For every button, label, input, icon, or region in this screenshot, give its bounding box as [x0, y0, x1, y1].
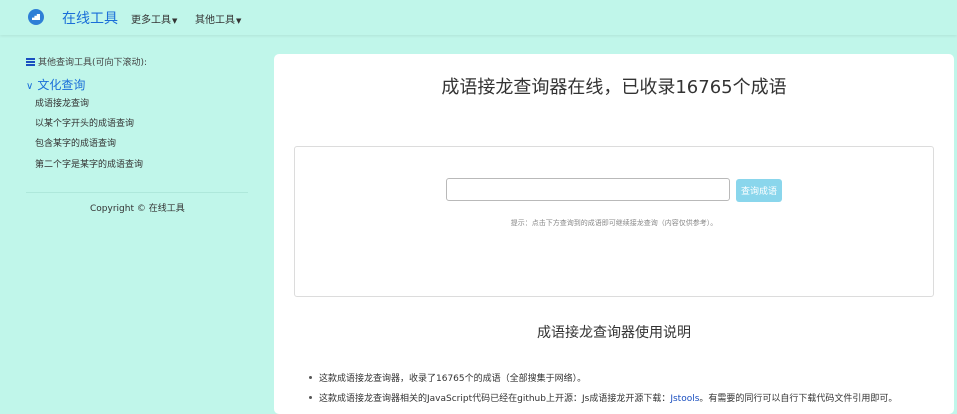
info-text: 这款成语接龙查询器，收录了16765个的成语（全部搜集于网络）。: [319, 374, 587, 384]
sidebar-category-label: 文化查询: [37, 78, 86, 92]
hint-text: 提示：点击下方查询到的成语即可继续接龙查询（内容仅供参考）。: [510, 219, 718, 227]
sidebar-divider: [26, 192, 248, 193]
main-card: 成语接龙查询器在线，已收录16765个成语 查询成语 提示：点击下方查询到的成语…: [274, 54, 954, 414]
sidebar-item-starts-with[interactable]: 以某个字开头的成语查询: [35, 116, 134, 129]
list-item: 这款成语接龙查询器相关的JavaScript代码已经在github上开源：Js成…: [309, 391, 897, 404]
sidebar-item-idiom-chain[interactable]: 成语接龙查询: [35, 96, 89, 109]
copyright-text: Copyright © 在线工具: [90, 204, 185, 214]
sidebar-heading-text: 其他查询工具(可向下滚动):: [38, 58, 148, 68]
other-tools-menu[interactable]: 其他工具▼: [195, 11, 241, 26]
more-tools-menu[interactable]: 更多工具▼: [131, 11, 177, 26]
chevron-down-icon: ∨: [26, 81, 34, 92]
bullet-icon: [309, 376, 312, 379]
top-navbar: 在线工具 更多工具▼ 其他工具▼: [0, 0, 957, 35]
more-tools-label: 更多工具: [131, 15, 171, 26]
caret-down-icon: ▼: [236, 17, 242, 25]
usage-section-title: 成语接龙查询器使用说明: [537, 325, 691, 341]
page-title: 成语接龙查询器在线，已收录16765个成语: [441, 77, 787, 98]
other-tools-label: 其他工具: [195, 15, 235, 26]
search-input[interactable]: [446, 178, 730, 201]
sidebar-heading: 其他查询工具(可向下滚动):: [26, 55, 147, 68]
caret-down-icon: ▼: [172, 17, 178, 25]
list-icon: [26, 58, 35, 66]
bullet-icon: [309, 396, 312, 399]
list-item: 这款成语接龙查询器，收录了16765个的成语（全部搜集于网络）。: [309, 371, 586, 384]
brand-link[interactable]: 在线工具: [62, 8, 118, 28]
logo-icon[interactable]: [28, 9, 44, 25]
search-panel: 查询成语 提示：点击下方查询到的成语即可继续接龙查询（内容仅供参考）。: [294, 146, 934, 297]
sidebar-item-second-char[interactable]: 第二个字是某字的成语查询: [35, 157, 143, 170]
query-idiom-button[interactable]: 查询成语: [736, 179, 782, 202]
sidebar-item-contains[interactable]: 包含某字的成语查询: [35, 136, 116, 149]
sidebar-category[interactable]: ∨ 文化查询: [26, 76, 85, 93]
